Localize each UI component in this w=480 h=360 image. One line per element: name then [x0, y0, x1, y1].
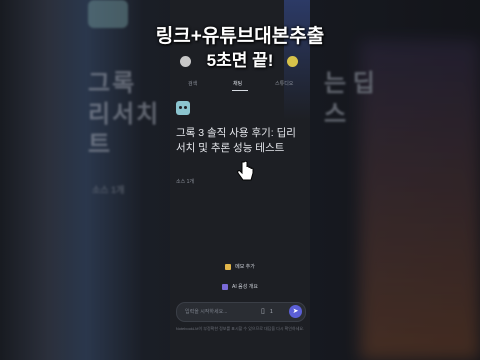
add-note-label: 메모 추가 — [235, 264, 255, 270]
robot-eye — [184, 106, 187, 109]
top-bar — [176, 56, 304, 70]
chat-input[interactable]: 입력을 시작하세요... ▯ 1 ➤ — [176, 302, 306, 322]
audio-overview-label: AI 음성 개요 — [232, 284, 258, 290]
source-count-badge: 1 — [270, 309, 273, 315]
tab-chat[interactable]: 채팅 — [233, 80, 242, 87]
note-icon — [225, 263, 232, 270]
chat-input-placeholder: 입력을 시작하세요... — [185, 309, 228, 315]
side-shade — [0, 0, 170, 360]
tab-studio[interactable]: 스튜디오 — [275, 80, 293, 87]
disclaimer: NotebookLM이 부정확한 정보를 표시할 수 있으므로 대답을 다시 확… — [175, 326, 305, 331]
audio-overview-button[interactable]: AI 음성 개요 — [170, 283, 310, 290]
audio-icon — [222, 283, 229, 290]
robot-eye — [179, 106, 182, 109]
source-count: 소스 1개 — [176, 179, 194, 185]
add-note-button[interactable]: 메모 추가 — [170, 263, 310, 270]
send-button[interactable]: ➤ — [289, 305, 302, 318]
robot-icon — [176, 101, 190, 115]
hand-cursor-icon — [237, 160, 254, 181]
file-icon: ▯ — [261, 308, 265, 315]
active-tab-indicator — [232, 90, 248, 91]
side-shade — [310, 0, 480, 360]
emoji-icon[interactable] — [287, 56, 298, 67]
avatar[interactable] — [180, 56, 191, 67]
note-title: 그록 3 솔직 사용 후기: 딥리서치 및 추론 성능 테스트 — [176, 127, 296, 154]
tab-bar: 검색 채팅 스튜디오 — [170, 80, 310, 94]
tab-search[interactable]: 검색 — [188, 80, 197, 87]
